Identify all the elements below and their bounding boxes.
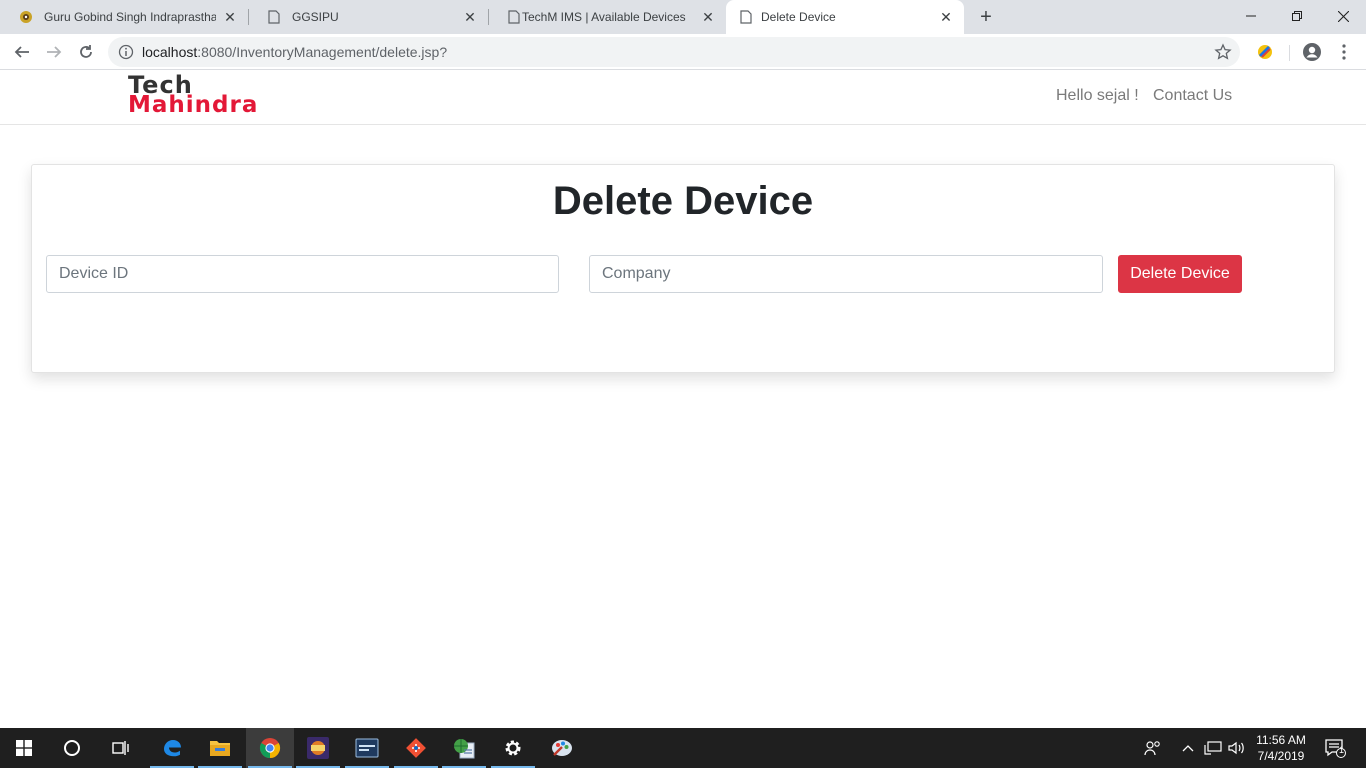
task-view-icon xyxy=(112,741,129,755)
taskbar-paint[interactable] xyxy=(538,728,586,768)
url-text: localhost:8080/InventoryManagement/delet… xyxy=(142,44,447,60)
chevron-up-icon xyxy=(1182,745,1194,752)
new-tab-button[interactable]: + xyxy=(975,6,997,28)
page-title: Delete Device xyxy=(552,179,814,223)
tab-ggsipu[interactable]: GGSIPU ✕ xyxy=(248,0,489,34)
taskbar-git[interactable] xyxy=(392,728,440,768)
taskbar-settings[interactable] xyxy=(489,728,537,768)
system-clock[interactable]: 11:56 AM 7/4/2019 xyxy=(1246,732,1316,764)
network-icon xyxy=(1204,741,1222,755)
volume-button[interactable] xyxy=(1226,728,1248,768)
tab-ggsipu-university[interactable]: Guru Gobind Singh Indraprastha ✕ xyxy=(0,0,249,34)
browser-tab-strip: Guru Gobind Singh Indraprastha ✕ GGSIPU … xyxy=(0,0,1366,34)
notification-count-badge: 1 xyxy=(1339,745,1345,755)
restore-button[interactable] xyxy=(1274,0,1320,32)
restore-icon xyxy=(1292,11,1302,21)
toolbar-divider xyxy=(1289,45,1290,61)
task-view-button[interactable] xyxy=(96,728,144,768)
globe-document-icon xyxy=(454,739,475,759)
network-button[interactable] xyxy=(1202,728,1224,768)
delete-device-button[interactable]: Delete Device xyxy=(1118,255,1242,293)
close-tab-icon[interactable]: ✕ xyxy=(462,9,478,25)
windows-logo-icon xyxy=(16,740,32,756)
reload-icon xyxy=(80,45,92,58)
bookmark-star-icon[interactable] xyxy=(1214,43,1232,66)
browser-toolbar: localhost:8080/InventoryManagement/delet… xyxy=(0,34,1366,70)
back-arrow-icon xyxy=(14,46,29,58)
tab-delete-device[interactable]: Delete Device ✕ xyxy=(726,0,964,34)
taskbar-chrome[interactable] xyxy=(246,728,294,768)
url-host: localhost xyxy=(142,44,198,60)
tab-available-devices[interactable]: TechM IMS | Available Devices ✕ xyxy=(488,0,726,34)
close-tab-icon[interactable]: ✕ xyxy=(700,9,716,25)
tab-title: Delete Device xyxy=(761,10,836,24)
site-info-icon[interactable] xyxy=(118,44,134,65)
university-emblem-icon xyxy=(18,9,34,25)
forward-button[interactable] xyxy=(42,40,66,64)
database-app-icon xyxy=(355,738,379,758)
close-icon xyxy=(1337,10,1349,22)
company-input[interactable] xyxy=(589,255,1103,293)
tech-mahindra-logo[interactable]: Tech Mahindra xyxy=(128,73,288,121)
reload-button[interactable] xyxy=(74,40,98,64)
extension-icon[interactable] xyxy=(1253,40,1277,64)
page-icon xyxy=(738,9,754,25)
chrome-icon xyxy=(259,738,281,759)
ide-app-icon xyxy=(307,737,329,759)
url-path: :8080/InventoryManagement/delete.jsp? xyxy=(197,44,448,60)
taskbar-file-explorer[interactable] xyxy=(196,728,244,768)
profile-avatar-icon[interactable] xyxy=(1300,40,1324,64)
contact-us-link[interactable]: Contact Us xyxy=(1153,87,1232,105)
minimize-button[interactable] xyxy=(1228,0,1274,32)
start-button[interactable] xyxy=(0,728,48,768)
action-center-button[interactable]: 1 xyxy=(1320,728,1350,768)
taskbar-mysql-workbench[interactable] xyxy=(343,728,391,768)
git-icon xyxy=(406,738,426,758)
clock-date: 7/4/2019 xyxy=(1257,749,1305,763)
forward-arrow-icon xyxy=(47,46,62,58)
tab-title: GGSIPU xyxy=(292,10,339,24)
tab-title: TechM IMS | Available Devices xyxy=(522,10,686,24)
windows-taskbar: 11:56 AM 7/4/2019 1 xyxy=(0,728,1366,768)
user-greeting-link[interactable]: Hello sejal ! xyxy=(1056,87,1139,105)
back-button[interactable] xyxy=(10,40,34,64)
address-bar[interactable]: localhost:8080/InventoryManagement/delet… xyxy=(108,37,1240,67)
close-tab-icon[interactable]: ✕ xyxy=(222,9,238,25)
taskbar-web-app[interactable] xyxy=(440,728,488,768)
people-button[interactable] xyxy=(1140,728,1166,768)
delete-device-card: Delete Device Delete Device xyxy=(31,164,1335,373)
clock-time: 11:56 AM xyxy=(1256,733,1306,747)
taskbar-java-ide[interactable] xyxy=(294,728,342,768)
site-navbar: Tech Mahindra Hello sejal ! Contact Us xyxy=(0,71,1366,125)
edge-icon xyxy=(164,740,181,757)
minimize-icon xyxy=(1246,15,1256,17)
folder-icon xyxy=(210,741,230,756)
paint-palette-icon xyxy=(552,740,572,756)
page-icon xyxy=(266,9,282,25)
browser-menu-icon[interactable] xyxy=(1332,40,1356,64)
cortana-circle-icon xyxy=(64,740,80,756)
page-icon xyxy=(506,9,522,25)
taskbar-edge[interactable] xyxy=(148,728,196,768)
close-window-button[interactable] xyxy=(1320,0,1366,32)
gear-icon xyxy=(505,740,521,756)
close-tab-icon[interactable]: ✕ xyxy=(938,9,954,25)
cortana-button[interactable] xyxy=(48,728,96,768)
device-id-input[interactable] xyxy=(46,255,559,293)
logo-line-mahindra: Mahindra xyxy=(128,92,259,118)
people-icon xyxy=(1144,741,1160,756)
tab-title: Guru Gobind Singh Indraprastha xyxy=(44,10,216,24)
speaker-icon xyxy=(1228,741,1244,755)
show-hidden-icons-button[interactable] xyxy=(1178,728,1198,768)
